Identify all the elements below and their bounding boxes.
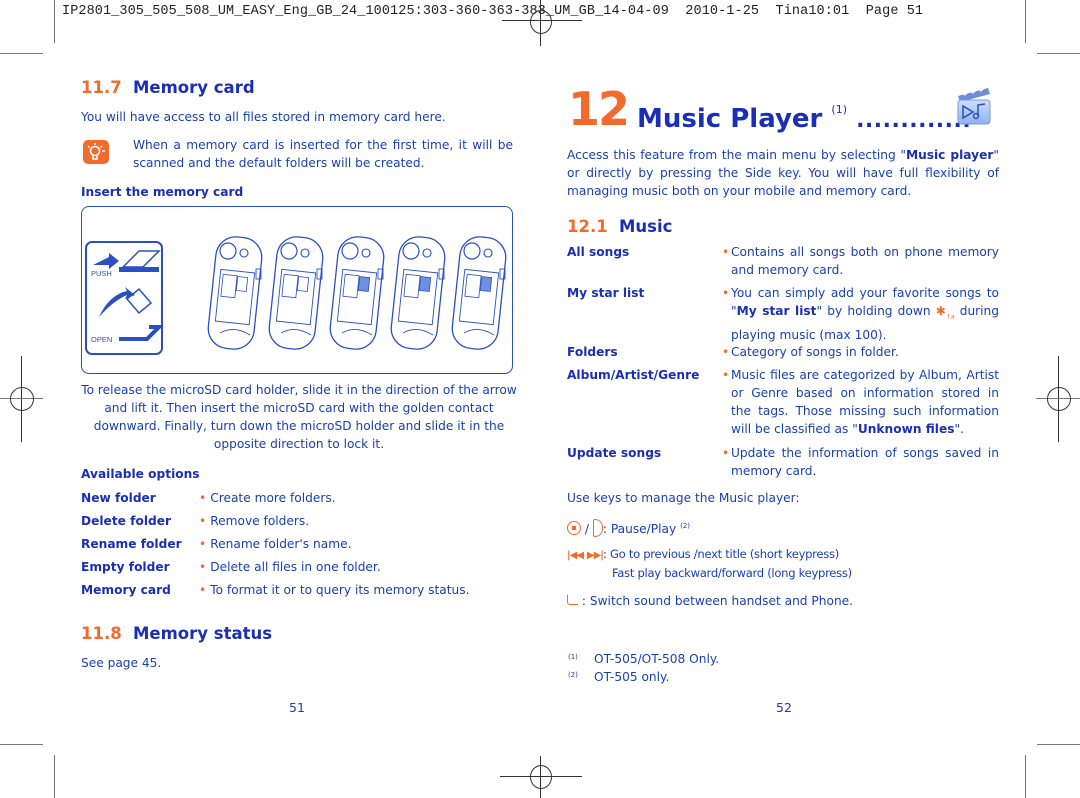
center-key-icon (567, 521, 581, 536)
option-description: • To format it or to query its memory sta… (199, 583, 470, 597)
key-pause-play: / : Pause/Play (2) (567, 517, 690, 538)
available-options-heading: Available options (81, 467, 200, 481)
keys-intro: Use keys to manage the Music player: (567, 491, 800, 505)
key-prev-next: |◀◀ ▶▶|: Go to previous /next title (sho… (567, 547, 839, 561)
phone-step-3 (328, 233, 388, 357)
option-description: • Remove folders. (199, 514, 310, 528)
crop-mark (1025, 755, 1026, 798)
memory-status-text: See page 45. (81, 656, 162, 670)
crop-mark (0, 53, 43, 54)
page-number-right: 52 (776, 700, 792, 715)
page-number-left: 51 (289, 700, 305, 715)
section-number: 12.1 (567, 217, 608, 236)
chapter-number: 12 (568, 82, 630, 136)
option-label: Memory card (81, 583, 171, 597)
section-number: 11.7 (81, 78, 122, 97)
insert-card-caption: To release the microSD card holder, slid… (81, 383, 517, 451)
phone-step-4 (389, 233, 449, 357)
side-key-icon (592, 519, 603, 538)
print-header: IP2801_305_505_508_UM_EASY_Eng_GB_24_100… (62, 4, 924, 19)
memory-card-tip: When a memory card is inserted for the f… (133, 138, 513, 170)
section-title: Memory card (133, 78, 255, 97)
option-label: Delete folder (81, 514, 172, 528)
phone-step-1 (206, 233, 266, 357)
insert-card-heading: Insert the memory card (81, 185, 244, 199)
chapter-footnote-ref: (1) (831, 103, 848, 116)
crop-mark (1037, 744, 1080, 745)
insert-card-illustration: PUSH OPEN (81, 206, 513, 374)
crop-mark (0, 744, 43, 745)
crop-mark (1025, 0, 1026, 43)
sim-holder-diagram: PUSH OPEN (85, 241, 163, 355)
section-title: Memory status (133, 624, 273, 643)
push-label: PUSH (91, 269, 112, 278)
chapter-title-text: Music Player (637, 104, 823, 134)
music-item-update-songs: Update songs • Update the information of … (567, 446, 999, 478)
crop-mark (1037, 53, 1080, 54)
next-track-icon: ▶▶| (586, 550, 604, 561)
crop-mark (54, 0, 55, 43)
footnote-1: (1) OT-505/OT-508 Only. (568, 652, 720, 666)
footnote-2: (2) OT-505 only. (568, 670, 670, 684)
crop-mark (54, 755, 55, 798)
option-description: • Create more folders. (199, 491, 336, 505)
option-label: Empty folder (81, 560, 170, 574)
key-prev-next-long: Fast play backward/forward (long keypres… (612, 566, 852, 580)
section-heading-music: 12.1 Music (567, 217, 672, 236)
section-heading-memory-card: 11.7 Memory card (81, 78, 255, 97)
music-item-album-artist-genre: Album/Artist/Genre • Music files are cate… (567, 368, 999, 436)
section-title: Music (619, 217, 673, 236)
open-label: OPEN (91, 335, 113, 344)
star-key-icon: ✱↑a (935, 304, 955, 321)
music-player-icon (954, 84, 994, 128)
music-player-intro: Access this feature from the main menu b… (567, 148, 999, 198)
option-label: Rename folder (81, 537, 182, 551)
option-label: New folder (81, 491, 156, 505)
phone-step-5 (450, 233, 510, 357)
key-handsfree: : Switch sound between handset and Phone… (567, 592, 853, 610)
section-number: 11.8 (81, 624, 122, 643)
music-item-all-songs: All songs • Contains all songs both on ph… (567, 245, 999, 277)
music-item-my-star-list: My star list • You can simply add your fa… (567, 286, 1000, 343)
chapter-title: Music Player (1) ............. (637, 94, 971, 137)
option-description: • Rename folder's name. (199, 537, 352, 551)
handsfree-key-icon (567, 595, 578, 605)
memory-card-intro: You will have access to all files stored… (81, 110, 446, 124)
option-description: • Delete all files in one folder. (199, 560, 381, 574)
section-heading-memory-status: 11.8 Memory status (81, 624, 272, 643)
lightbulb-icon (83, 140, 109, 164)
previous-track-icon: |◀◀ (567, 550, 584, 561)
phone-step-2 (267, 233, 327, 357)
music-item-folders: Folders • Category of songs in folder. (567, 345, 899, 359)
